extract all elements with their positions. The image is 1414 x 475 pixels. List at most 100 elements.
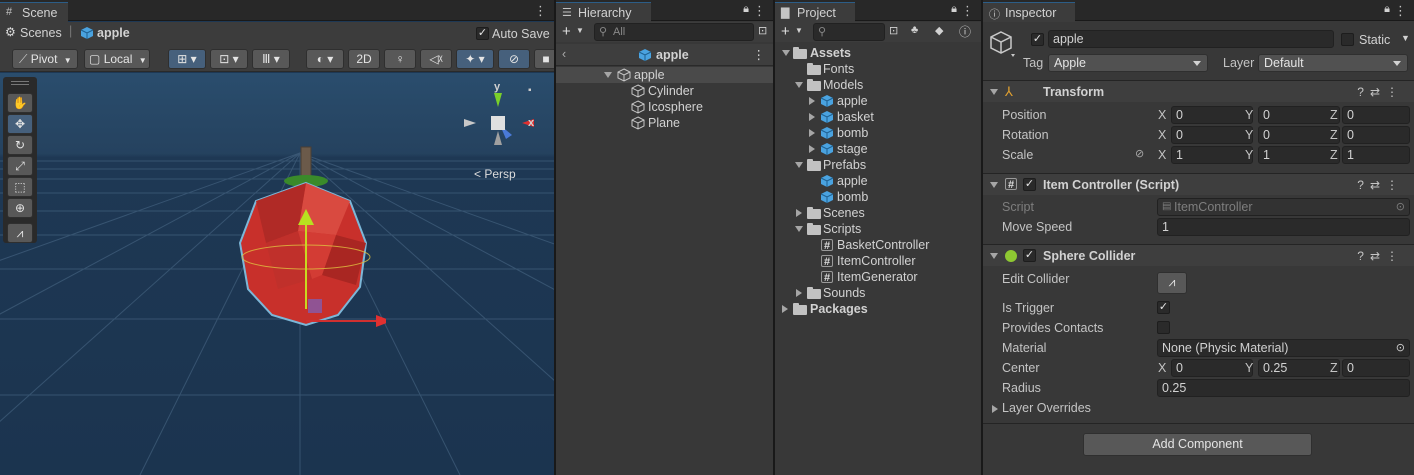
edit-collider-button[interactable]: ⩘ xyxy=(1157,272,1187,294)
rect-tool-button[interactable]: ⬚ xyxy=(7,177,33,197)
object-picker-icon[interactable]: ⊙ xyxy=(1396,340,1405,356)
breadcrumb-scenes[interactable]: Scenes xyxy=(20,26,62,40)
rotation-y-input[interactable]: 0 xyxy=(1258,126,1340,144)
expand-arrow-icon[interactable] xyxy=(809,113,815,121)
project-item-label[interactable]: basket xyxy=(837,109,874,125)
kebab-menu-icon[interactable]: ⋮ xyxy=(534,3,547,19)
static-dropdown-icon[interactable]: ▼ xyxy=(1401,33,1410,43)
component-header-icons[interactable]: ?⇄⋮ xyxy=(1357,249,1404,263)
component-header-icons[interactable]: ?⇄⋮ xyxy=(1357,178,1404,192)
tab-project[interactable]: ▇ Project xyxy=(775,2,855,22)
add-icon[interactable]: + xyxy=(781,23,790,40)
audio-button[interactable]: ◁ᵡ xyxy=(420,49,452,69)
hierarchy-row-apple[interactable]: apple xyxy=(556,67,773,83)
hierarchy-search-input[interactable]: ⚲ All xyxy=(594,23,754,41)
rotate-tool-button[interactable]: ↻ xyxy=(7,135,33,155)
expand-arrow-icon[interactable] xyxy=(990,89,998,95)
move-speed-input[interactable]: 1 xyxy=(1157,218,1410,236)
material-field[interactable]: None (Physic Material) ⊙ xyxy=(1157,339,1410,357)
project-item-label[interactable]: bomb xyxy=(837,189,868,205)
filter-type-icon[interactable]: ♣ xyxy=(911,24,918,36)
project-item-label[interactable]: Scenes xyxy=(823,205,865,221)
radius-input[interactable]: 0.25 xyxy=(1157,379,1410,397)
gameobject-cube-icon[interactable] xyxy=(989,30,1015,58)
expand-arrow-icon[interactable] xyxy=(796,209,802,217)
scale-tool-button[interactable]: ⤢ xyxy=(7,156,33,176)
persp-label[interactable]: < Persp xyxy=(474,167,516,181)
project-item-label[interactable]: stage xyxy=(837,141,868,157)
expand-arrow-icon[interactable] xyxy=(990,253,998,259)
object-picker-icon[interactable]: ⊙ xyxy=(1396,199,1405,215)
hand-tool-button[interactable]: ✋ xyxy=(7,93,33,113)
search-filter-icon[interactable]: ⊡ xyxy=(758,24,767,37)
project-item-label[interactable]: Sounds xyxy=(823,285,865,301)
project-item-label[interactable]: apple xyxy=(837,93,868,109)
lock-icon[interactable]: 🔒︎ xyxy=(743,3,749,16)
sphere-collider-enabled-checkbox[interactable]: ✓ xyxy=(1023,249,1036,262)
project-item-label[interactable]: Assets xyxy=(810,45,851,61)
shading-mode-button[interactable]: ◐ ▾ xyxy=(306,49,344,69)
scene-viewport[interactable]: y x ▪ < Persp ✋ ✥ ↻ ⤢ ⬚ ⊕ ⩘ xyxy=(0,73,554,475)
expand-arrow-icon[interactable] xyxy=(809,145,815,153)
kebab-menu-icon[interactable]: ⋮ xyxy=(753,3,766,19)
back-chevron-icon[interactable]: ‹ xyxy=(562,47,566,61)
is-trigger-checkbox[interactable]: ✓ xyxy=(1157,301,1170,314)
lock-icon[interactable]: 🔒︎ xyxy=(1384,3,1390,16)
kebab-menu-icon[interactable]: ⋮ xyxy=(961,3,974,19)
move-tool-button[interactable]: ✥ xyxy=(7,114,33,134)
project-item-label[interactable]: bomb xyxy=(837,125,868,141)
project-item-label[interactable]: Prefabs xyxy=(823,157,866,173)
custom-tool-button[interactable]: ⩘ xyxy=(7,223,33,243)
expand-arrow-icon[interactable] xyxy=(992,405,998,413)
position-z-input[interactable]: 0 xyxy=(1342,106,1410,124)
info-icon[interactable]: ⓘ xyxy=(959,23,971,40)
add-component-button[interactable]: Add Component xyxy=(1083,433,1312,456)
ruler-button[interactable]: Ⅲ ▾ xyxy=(252,49,290,69)
transform-header[interactable]: ⅄ Transform ?⇄⋮ xyxy=(983,80,1414,102)
lighting-button[interactable]: ♀ xyxy=(384,49,416,69)
project-item-label[interactable]: Packages xyxy=(810,301,868,317)
pivot-dropdown[interactable]: ⟋ Pivot ▼ xyxy=(12,49,78,69)
breadcrumb-apple[interactable]: apple xyxy=(97,26,130,40)
hierarchy-row-cylinder[interactable]: Cylinder xyxy=(556,83,773,99)
project-item-label[interactable]: Models xyxy=(823,77,863,93)
expand-arrow-icon[interactable] xyxy=(796,289,802,297)
active-checkbox[interactable]: ✓ xyxy=(1031,33,1044,46)
kebab-menu-icon[interactable]: ⋮ xyxy=(753,47,766,62)
camera-button[interactable]: ■ xyxy=(534,49,554,69)
local-dropdown[interactable]: ▢ Local ▼ xyxy=(84,49,150,69)
apple-model[interactable] xyxy=(226,139,386,339)
project-item-label[interactable]: ItemController xyxy=(837,253,916,269)
grid-snap-button[interactable]: ⊞ ▾ xyxy=(168,49,206,69)
link-scale-icon[interactable]: ⊘ xyxy=(1135,147,1144,160)
project-item-label[interactable]: Scripts xyxy=(823,221,861,237)
center-x-input[interactable]: 0 xyxy=(1171,359,1253,377)
visibility-button[interactable]: ⊘ xyxy=(498,49,530,69)
position-x-input[interactable]: 0 xyxy=(1171,106,1253,124)
project-item-label[interactable]: BasketController xyxy=(837,237,929,253)
expand-arrow-icon[interactable] xyxy=(782,305,788,313)
center-y-input[interactable]: 0.25 xyxy=(1258,359,1340,377)
tab-inspector[interactable]: ⓘ Inspector xyxy=(983,2,1075,22)
project-item-label[interactable]: Fonts xyxy=(823,61,854,77)
expand-arrow-icon[interactable] xyxy=(795,226,803,232)
hierarchy-row-plane[interactable]: Plane xyxy=(556,115,773,131)
add-icon[interactable]: + xyxy=(562,23,571,40)
expand-arrow-icon[interactable] xyxy=(990,182,998,188)
mode-2d-button[interactable]: 2D xyxy=(348,49,380,69)
layer-overrides-label[interactable]: Layer Overrides xyxy=(1002,401,1091,415)
search-filter-icon[interactable]: ⊡ xyxy=(889,24,898,37)
lock-icon[interactable]: ▪ xyxy=(528,85,532,96)
expand-arrow-icon[interactable] xyxy=(809,97,815,105)
label-tag-icon[interactable]: ◆ xyxy=(935,24,943,37)
tab-hierarchy[interactable]: ☰ Hierarchy xyxy=(556,2,651,22)
chevron-down-icon[interactable]: ▼ xyxy=(795,26,803,35)
tag-dropdown[interactable]: Apple xyxy=(1048,54,1208,72)
object-name-input[interactable]: apple xyxy=(1048,30,1334,48)
expand-arrow-icon[interactable] xyxy=(795,162,803,168)
layer-dropdown[interactable]: Default xyxy=(1258,54,1408,72)
project-item-label[interactable]: ItemGenerator xyxy=(837,269,918,285)
expand-arrow-icon[interactable] xyxy=(782,50,790,56)
project-item-label[interactable]: apple xyxy=(837,173,868,189)
project-search-input[interactable]: ⚲ xyxy=(813,23,885,41)
